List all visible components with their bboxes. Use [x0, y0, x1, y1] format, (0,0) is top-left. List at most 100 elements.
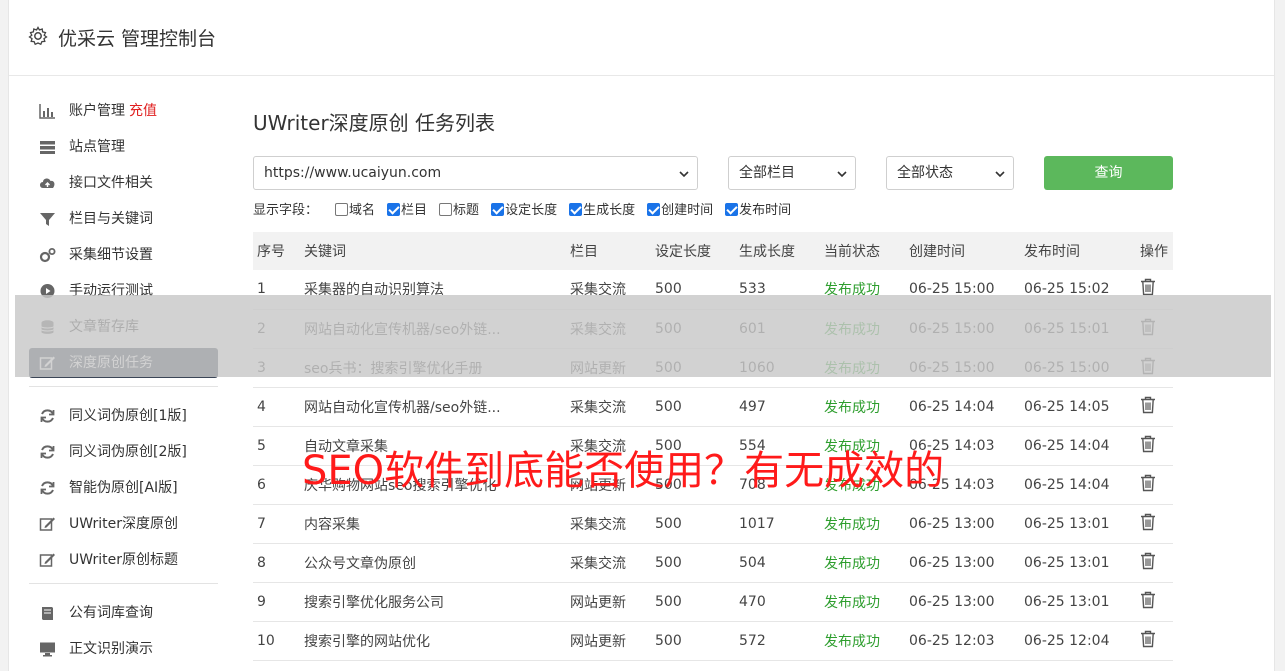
field-checkbox[interactable]: 设定长度	[491, 201, 557, 221]
query-button[interactable]: 查询	[1044, 156, 1173, 190]
delete-action[interactable]	[1136, 543, 1173, 583]
sidebar-divider	[29, 386, 218, 387]
sidebar-item[interactable]: 同义词伪原创[2版]	[29, 437, 218, 467]
trash-icon[interactable]	[1140, 435, 1156, 453]
gear-icon	[28, 26, 48, 46]
delete-action[interactable]	[1136, 582, 1173, 622]
checkbox-box[interactable]	[491, 203, 505, 216]
table-cell: 公众号文章伪原创	[300, 543, 566, 583]
delete-action[interactable]	[1136, 465, 1173, 505]
checkbox-box[interactable]	[647, 203, 661, 216]
table-cell: 网站自动化宣传机器/seo外链...	[300, 387, 566, 427]
book-icon	[42, 607, 53, 620]
checkbox-box[interactable]	[725, 203, 739, 216]
table-row: 7 内容采集 采集交流 500 1017 发布成功 06-25 13:00 06-25 13:…	[253, 504, 1173, 544]
trash-icon[interactable]	[1140, 513, 1156, 531]
checkbox-box[interactable]	[439, 203, 453, 216]
table-cell: 4	[253, 387, 300, 427]
table-cell: 06-25 13:01	[1020, 504, 1136, 544]
sidebar-item[interactable]: 正文识别演示	[29, 634, 218, 664]
table-cell: 06-25 14:04	[1020, 426, 1136, 466]
column-header: 序号	[257, 244, 285, 260]
table-cell: 497	[735, 387, 820, 427]
trash-icon[interactable]	[1140, 396, 1156, 414]
monitor-icon	[40, 642, 55, 657]
sidebar-item-label: 智能伪原创[AI版]	[69, 480, 178, 496]
trash-icon[interactable]	[1140, 278, 1156, 296]
field-checkbox[interactable]: 标题	[439, 201, 479, 221]
sidebar-item[interactable]: 站点管理	[29, 132, 218, 162]
status-cell: 发布成功	[820, 543, 905, 583]
edit-icon	[39, 517, 55, 531]
table-cell: 572	[735, 621, 820, 661]
column-header: 生成长度	[739, 244, 795, 260]
table-cell: 采集交流	[566, 543, 651, 583]
server-icon	[40, 141, 55, 154]
site-select-value: https://www.ucaiyun.com	[264, 165, 442, 181]
table-cell: 5	[253, 426, 300, 466]
sidebar-item-label: 公有词库查询	[69, 605, 153, 621]
cloud-upload-icon	[40, 178, 55, 188]
table-cell: 06-25 12:03	[905, 621, 1020, 661]
sidebar-item-label: 正文识别演示	[69, 641, 153, 657]
status-cell: 发布成功	[820, 387, 905, 427]
table-row: 4 网站自动化宣传机器/seo外链... 采集交流 500 497 发布成功 06-25 1…	[253, 387, 1173, 427]
bar-chart-icon	[39, 104, 55, 119]
delete-action[interactable]	[1136, 621, 1173, 661]
field-checkbox[interactable]: 栏目	[387, 201, 427, 221]
chevron-down-icon	[995, 171, 1005, 178]
field-checkbox[interactable]: 域名	[335, 201, 375, 221]
table-cell: 06-25 13:01	[1020, 582, 1136, 622]
table-cell: 10	[253, 621, 300, 661]
site-select[interactable]: https://www.ucaiyun.com	[253, 156, 698, 190]
column-select[interactable]: 全部栏目	[728, 156, 856, 190]
trash-icon[interactable]	[1140, 552, 1156, 570]
status-cell: 发布成功	[820, 621, 905, 661]
sidebar-item-account[interactable]: 账户管理 充值	[29, 96, 218, 126]
field-checkbox[interactable]: 生成长度	[569, 201, 635, 221]
field-checkbox-label: 域名	[349, 203, 376, 218]
checkbox-box[interactable]	[335, 203, 349, 216]
column-header: 设定长度	[655, 244, 711, 260]
field-checkbox[interactable]: 发布时间	[725, 201, 791, 221]
table-cell: 06-25 14:05	[1020, 387, 1136, 427]
table-cell: 06-25 14:04	[905, 387, 1020, 427]
delete-action[interactable]	[1136, 387, 1173, 427]
table-cell: 采集交流	[566, 504, 651, 544]
refresh-icon	[40, 409, 55, 423]
sidebar-item-label: 接口文件相关	[69, 175, 153, 191]
sidebar: 账户管理充值 站点管理接口文件相关栏目与关键词采集细节设置手动运行测试文章暂存库…	[29, 96, 218, 670]
recharge-link[interactable]: 充值	[129, 103, 157, 119]
chevron-down-icon	[679, 171, 689, 178]
table-cell: 504	[735, 543, 820, 583]
refresh-icon	[40, 481, 55, 495]
sidebar-item[interactable]: 同义词伪原创[1版]	[29, 401, 218, 431]
table-cell: 搜索引擎优化服务公司	[300, 582, 566, 622]
sidebar-item[interactable]: 智能伪原创[AI版]	[29, 473, 218, 503]
table-header: 序号 关键词 栏目 设定长度 生成长度 当前状态 创建时间 发布时间 操作	[253, 232, 1173, 270]
table-cell: 06-25 14:04	[1020, 465, 1136, 505]
trash-icon[interactable]	[1140, 630, 1156, 648]
column-header: 当前状态	[824, 244, 880, 260]
delete-action[interactable]	[1136, 504, 1173, 544]
table-cell: 1017	[735, 504, 820, 544]
sidebar-item[interactable]: UWriter深度原创	[29, 509, 218, 539]
sidebar-item[interactable]: 公有词库查询	[29, 598, 218, 628]
delete-action[interactable]	[1136, 426, 1173, 466]
field-checkbox-label: 创建时间	[661, 203, 714, 218]
sidebar-item[interactable]: 接口文件相关	[29, 168, 218, 198]
table-cell: 500	[651, 582, 735, 622]
page-title: UWriter深度原创 任务列表	[253, 111, 496, 135]
gray-overlay-band	[15, 295, 1271, 377]
sidebar-item[interactable]: 采集细节设置	[29, 240, 218, 270]
field-checkbox[interactable]: 创建时间	[647, 201, 713, 221]
checkbox-box[interactable]	[387, 203, 401, 216]
table-cell: 网站更新	[566, 582, 651, 622]
trash-icon[interactable]	[1140, 591, 1156, 609]
table-cell: 06-25 13:01	[1020, 543, 1136, 583]
trash-icon[interactable]	[1140, 474, 1156, 492]
sidebar-item[interactable]: 栏目与关键词	[29, 204, 218, 234]
checkbox-box[interactable]	[569, 203, 583, 216]
status-select[interactable]: 全部状态	[886, 156, 1014, 190]
sidebar-item[interactable]: UWriter原创标题	[29, 545, 218, 575]
